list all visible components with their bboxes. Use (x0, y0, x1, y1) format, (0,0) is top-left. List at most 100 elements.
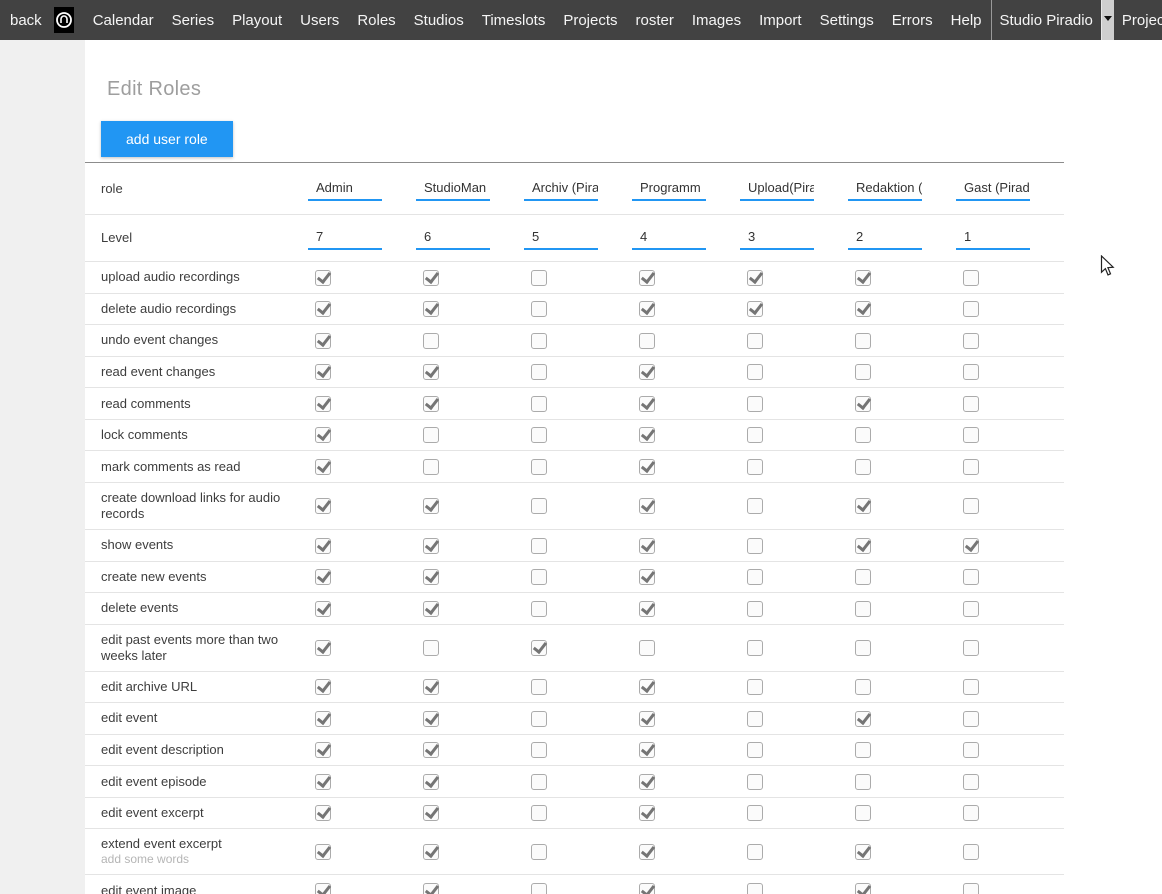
nav-item-studios[interactable]: Studios (405, 0, 473, 40)
permission-checkbox-checked[interactable] (315, 711, 331, 727)
role-level-input[interactable] (632, 226, 706, 250)
nav-item-users[interactable]: Users (291, 0, 348, 40)
role-name-input[interactable] (416, 177, 490, 201)
permission-checkbox-checked[interactable] (855, 844, 871, 860)
permission-checkbox-unchecked[interactable] (855, 601, 871, 617)
permission-checkbox-checked[interactable] (315, 601, 331, 617)
nav-item-roster[interactable]: roster (627, 0, 683, 40)
permission-checkbox-unchecked[interactable] (747, 742, 763, 758)
permission-checkbox-checked[interactable] (423, 844, 439, 860)
permission-checkbox-checked[interactable] (855, 270, 871, 286)
permission-checkbox-unchecked[interactable] (747, 459, 763, 475)
permission-checkbox-unchecked[interactable] (531, 711, 547, 727)
permission-checkbox-unchecked[interactable] (963, 569, 979, 585)
permission-checkbox-checked[interactable] (423, 601, 439, 617)
permission-checkbox-checked[interactable] (639, 498, 655, 514)
permission-checkbox-unchecked[interactable] (531, 301, 547, 317)
permission-checkbox-unchecked[interactable] (531, 364, 547, 380)
permission-checkbox-checked[interactable] (639, 459, 655, 475)
permission-checkbox-checked[interactable] (639, 711, 655, 727)
permission-checkbox-unchecked[interactable] (855, 333, 871, 349)
nav-item-series[interactable]: Series (163, 0, 224, 40)
role-name-input[interactable] (632, 177, 706, 201)
permission-checkbox-checked[interactable] (639, 679, 655, 695)
permission-checkbox-unchecked[interactable] (531, 569, 547, 585)
permission-checkbox-unchecked[interactable] (855, 640, 871, 656)
permission-checkbox-unchecked[interactable] (963, 427, 979, 443)
permission-checkbox-checked[interactable] (315, 498, 331, 514)
role-level-input[interactable] (848, 226, 922, 250)
permission-checkbox-unchecked[interactable] (963, 711, 979, 727)
permission-checkbox-checked[interactable] (315, 569, 331, 585)
permission-checkbox-checked[interactable] (423, 396, 439, 412)
permission-checkbox-checked[interactable] (315, 396, 331, 412)
piradio-logo-icon[interactable] (54, 7, 74, 33)
permission-checkbox-checked[interactable] (423, 679, 439, 695)
permission-checkbox-unchecked[interactable] (963, 640, 979, 656)
permission-checkbox-unchecked[interactable] (855, 364, 871, 380)
permission-checkbox-checked[interactable] (315, 844, 331, 860)
permission-checkbox-unchecked[interactable] (963, 459, 979, 475)
permission-checkbox-checked[interactable] (315, 679, 331, 695)
permission-checkbox-checked[interactable] (531, 640, 547, 656)
permission-checkbox-checked[interactable] (963, 538, 979, 554)
permission-checkbox-checked[interactable] (639, 538, 655, 554)
permission-checkbox-checked[interactable] (855, 498, 871, 514)
permission-checkbox-checked[interactable] (855, 883, 871, 894)
permission-checkbox-checked[interactable] (639, 427, 655, 443)
permission-checkbox-checked[interactable] (315, 774, 331, 790)
permission-checkbox-unchecked[interactable] (423, 427, 439, 443)
permission-checkbox-checked[interactable] (639, 601, 655, 617)
permission-checkbox-checked[interactable] (423, 883, 439, 894)
nav-item-playout[interactable]: Playout (223, 0, 291, 40)
permission-checkbox-checked[interactable] (639, 301, 655, 317)
permission-checkbox-checked[interactable] (855, 711, 871, 727)
role-name-input[interactable] (956, 177, 1030, 201)
permission-checkbox-unchecked[interactable] (963, 396, 979, 412)
permission-checkbox-checked[interactable] (855, 396, 871, 412)
permission-checkbox-unchecked[interactable] (747, 427, 763, 443)
permission-checkbox-checked[interactable] (639, 364, 655, 380)
permission-checkbox-unchecked[interactable] (531, 270, 547, 286)
nav-item-errors[interactable]: Errors (883, 0, 942, 40)
permission-checkbox-unchecked[interactable] (747, 498, 763, 514)
permission-checkbox-unchecked[interactable] (855, 569, 871, 585)
permission-checkbox-unchecked[interactable] (747, 396, 763, 412)
add-user-role-button[interactable]: add user role (101, 121, 233, 157)
permission-checkbox-unchecked[interactable] (963, 498, 979, 514)
permission-checkbox-unchecked[interactable] (531, 742, 547, 758)
permission-checkbox-checked[interactable] (639, 774, 655, 790)
permission-checkbox-unchecked[interactable] (747, 679, 763, 695)
nav-item-roles[interactable]: Roles (348, 0, 404, 40)
role-level-input[interactable] (524, 226, 598, 250)
permission-checkbox-checked[interactable] (423, 711, 439, 727)
nav-item-calendar[interactable]: Calendar (84, 0, 163, 40)
permission-checkbox-unchecked[interactable] (963, 805, 979, 821)
permission-checkbox-unchecked[interactable] (531, 498, 547, 514)
permission-checkbox-checked[interactable] (315, 640, 331, 656)
permission-checkbox-checked[interactable] (315, 805, 331, 821)
permission-checkbox-unchecked[interactable] (963, 883, 979, 894)
permission-checkbox-checked[interactable] (639, 844, 655, 860)
role-level-input[interactable] (740, 226, 814, 250)
permission-checkbox-checked[interactable] (423, 742, 439, 758)
permission-checkbox-unchecked[interactable] (531, 774, 547, 790)
permission-checkbox-unchecked[interactable] (747, 538, 763, 554)
permission-checkbox-unchecked[interactable] (531, 459, 547, 475)
permission-checkbox-unchecked[interactable] (855, 805, 871, 821)
permission-checkbox-unchecked[interactable] (963, 270, 979, 286)
nav-item-import[interactable]: Import (750, 0, 811, 40)
nav-item-help[interactable]: Help (942, 0, 991, 40)
permission-checkbox-unchecked[interactable] (531, 538, 547, 554)
permission-checkbox-unchecked[interactable] (747, 601, 763, 617)
permission-checkbox-unchecked[interactable] (747, 640, 763, 656)
nav-item-settings[interactable]: Settings (811, 0, 883, 40)
permission-checkbox-unchecked[interactable] (747, 333, 763, 349)
permission-checkbox-unchecked[interactable] (747, 774, 763, 790)
permission-checkbox-unchecked[interactable] (531, 396, 547, 412)
nav-item-timeslots[interactable]: Timeslots (473, 0, 555, 40)
permission-checkbox-unchecked[interactable] (855, 679, 871, 695)
permission-checkbox-checked[interactable] (315, 364, 331, 380)
permission-checkbox-checked[interactable] (315, 538, 331, 554)
permission-checkbox-unchecked[interactable] (531, 805, 547, 821)
